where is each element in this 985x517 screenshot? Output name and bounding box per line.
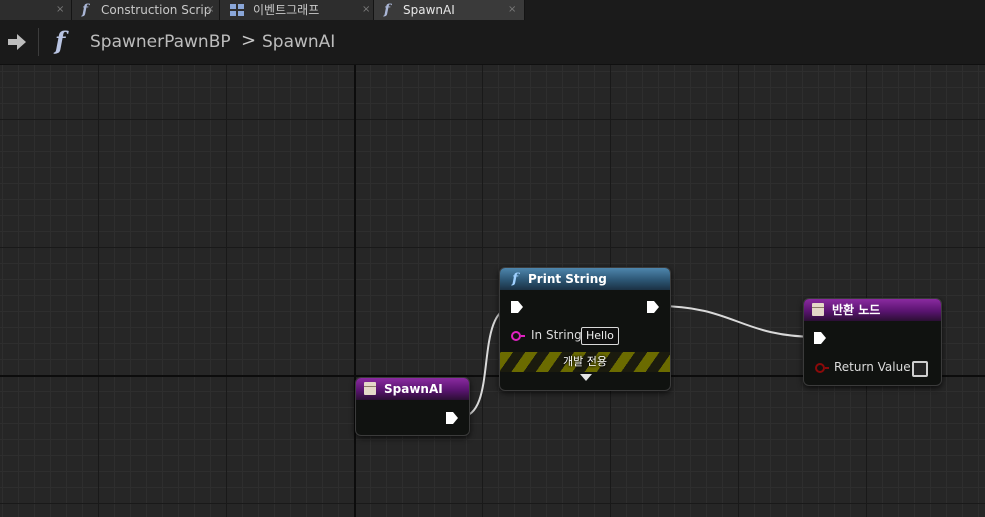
breadcrumb-blueprint[interactable]: SpawnerPawnBP [90, 32, 231, 52]
tab-construction-script[interactable]: f Construction Scrip × [72, 0, 220, 20]
in-string-pin[interactable] [511, 331, 525, 341]
return-value-pin[interactable] [815, 363, 829, 373]
function-icon: f [55, 26, 66, 55]
event-graph-icon [230, 4, 244, 16]
graph-canvas[interactable]: SpawnAI f Print String In String Hello 개… [0, 65, 985, 517]
node-title: Print String [528, 272, 607, 286]
function-icon: f [82, 2, 89, 18]
node-title: 반환 노드 [832, 303, 881, 317]
tab-label: Construction Scrip [101, 3, 212, 17]
breadcrumb-function[interactable]: SpawnAI [262, 32, 335, 52]
development-only-label: 개발 전용 [563, 355, 607, 368]
navigate-forward-icon[interactable] [7, 32, 27, 52]
node-header: f Print String [500, 268, 670, 290]
function-icon: f [512, 271, 519, 287]
tab-spawnai[interactable]: f SpawnAI × [374, 0, 525, 20]
node-header: SpawnAI [356, 378, 469, 400]
return-node-icon [812, 303, 824, 316]
exec-in-pin[interactable] [813, 331, 827, 345]
divider [38, 28, 39, 56]
exec-out-pin[interactable] [445, 411, 459, 425]
close-icon[interactable]: × [508, 0, 516, 20]
tab-hidden[interactable]: × [0, 0, 72, 20]
breadcrumb-separator: > [241, 30, 257, 51]
tab-event-graph[interactable]: 이벤트그래프 × [220, 0, 374, 20]
document-tab-bar: × f Construction Scrip × 이벤트그래프 × f Spaw… [0, 0, 985, 20]
node-title: SpawnAI [384, 382, 443, 396]
function-entry-icon [364, 382, 376, 395]
return-node[interactable]: 반환 노드 Return Value [803, 298, 942, 386]
breadcrumb-bar: f SpawnerPawnBP > SpawnAI [0, 20, 985, 65]
node-header: 반환 노드 [804, 299, 941, 321]
exec-in-pin[interactable] [510, 300, 524, 314]
exec-wire-print-to-return[interactable] [656, 305, 819, 338]
wire-layer [459, 305, 819, 418]
tab-label: SpawnAI [403, 3, 455, 17]
expand-advanced-icon[interactable] [580, 374, 592, 381]
close-icon[interactable]: × [362, 0, 370, 20]
close-icon[interactable]: × [206, 0, 214, 20]
function-icon: f [384, 2, 391, 18]
in-string-input[interactable]: Hello [581, 327, 619, 345]
exec-out-pin[interactable] [646, 300, 660, 314]
print-string-node[interactable]: f Print String In String Hello 개발 전용 [499, 267, 671, 391]
tab-label: 이벤트그래프 [253, 3, 320, 17]
in-string-label: In String [531, 328, 582, 342]
close-icon[interactable]: × [56, 0, 64, 20]
return-value-checkbox[interactable] [912, 361, 928, 377]
function-entry-node[interactable]: SpawnAI [355, 377, 470, 436]
return-value-label: Return Value [834, 360, 911, 374]
